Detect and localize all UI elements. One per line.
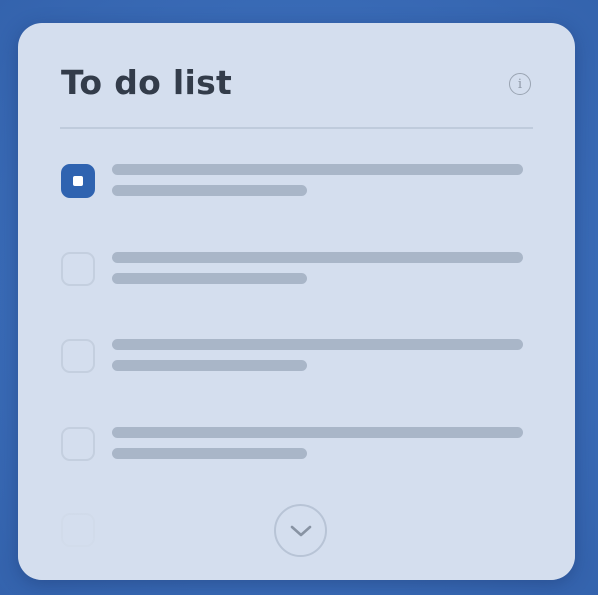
todo-subtitle-placeholder xyxy=(112,360,307,371)
todo-title-placeholder xyxy=(112,252,523,263)
todo-checkbox[interactable] xyxy=(61,427,95,461)
todo-subtitle-placeholder xyxy=(112,273,307,284)
todo-item[interactable] xyxy=(61,252,531,292)
todo-checkbox[interactable] xyxy=(61,339,95,373)
todo-checkbox[interactable] xyxy=(61,252,95,286)
todo-item[interactable] xyxy=(61,339,531,379)
todo-checkbox[interactable] xyxy=(61,513,95,547)
todo-checkbox[interactable] xyxy=(61,164,95,198)
expand-list-button[interactable] xyxy=(274,504,327,557)
todo-item[interactable] xyxy=(61,427,531,467)
chevron-down-icon xyxy=(290,525,311,536)
todo-item[interactable] xyxy=(61,164,531,204)
todo-title-placeholder xyxy=(112,164,523,175)
todo-subtitle-placeholder xyxy=(112,185,307,196)
todo-list xyxy=(18,23,575,580)
todo-title-placeholder xyxy=(112,339,523,350)
todo-subtitle-placeholder xyxy=(112,448,307,459)
todo-title-placeholder xyxy=(112,427,523,438)
todo-widget-card: To do list i xyxy=(18,23,575,580)
